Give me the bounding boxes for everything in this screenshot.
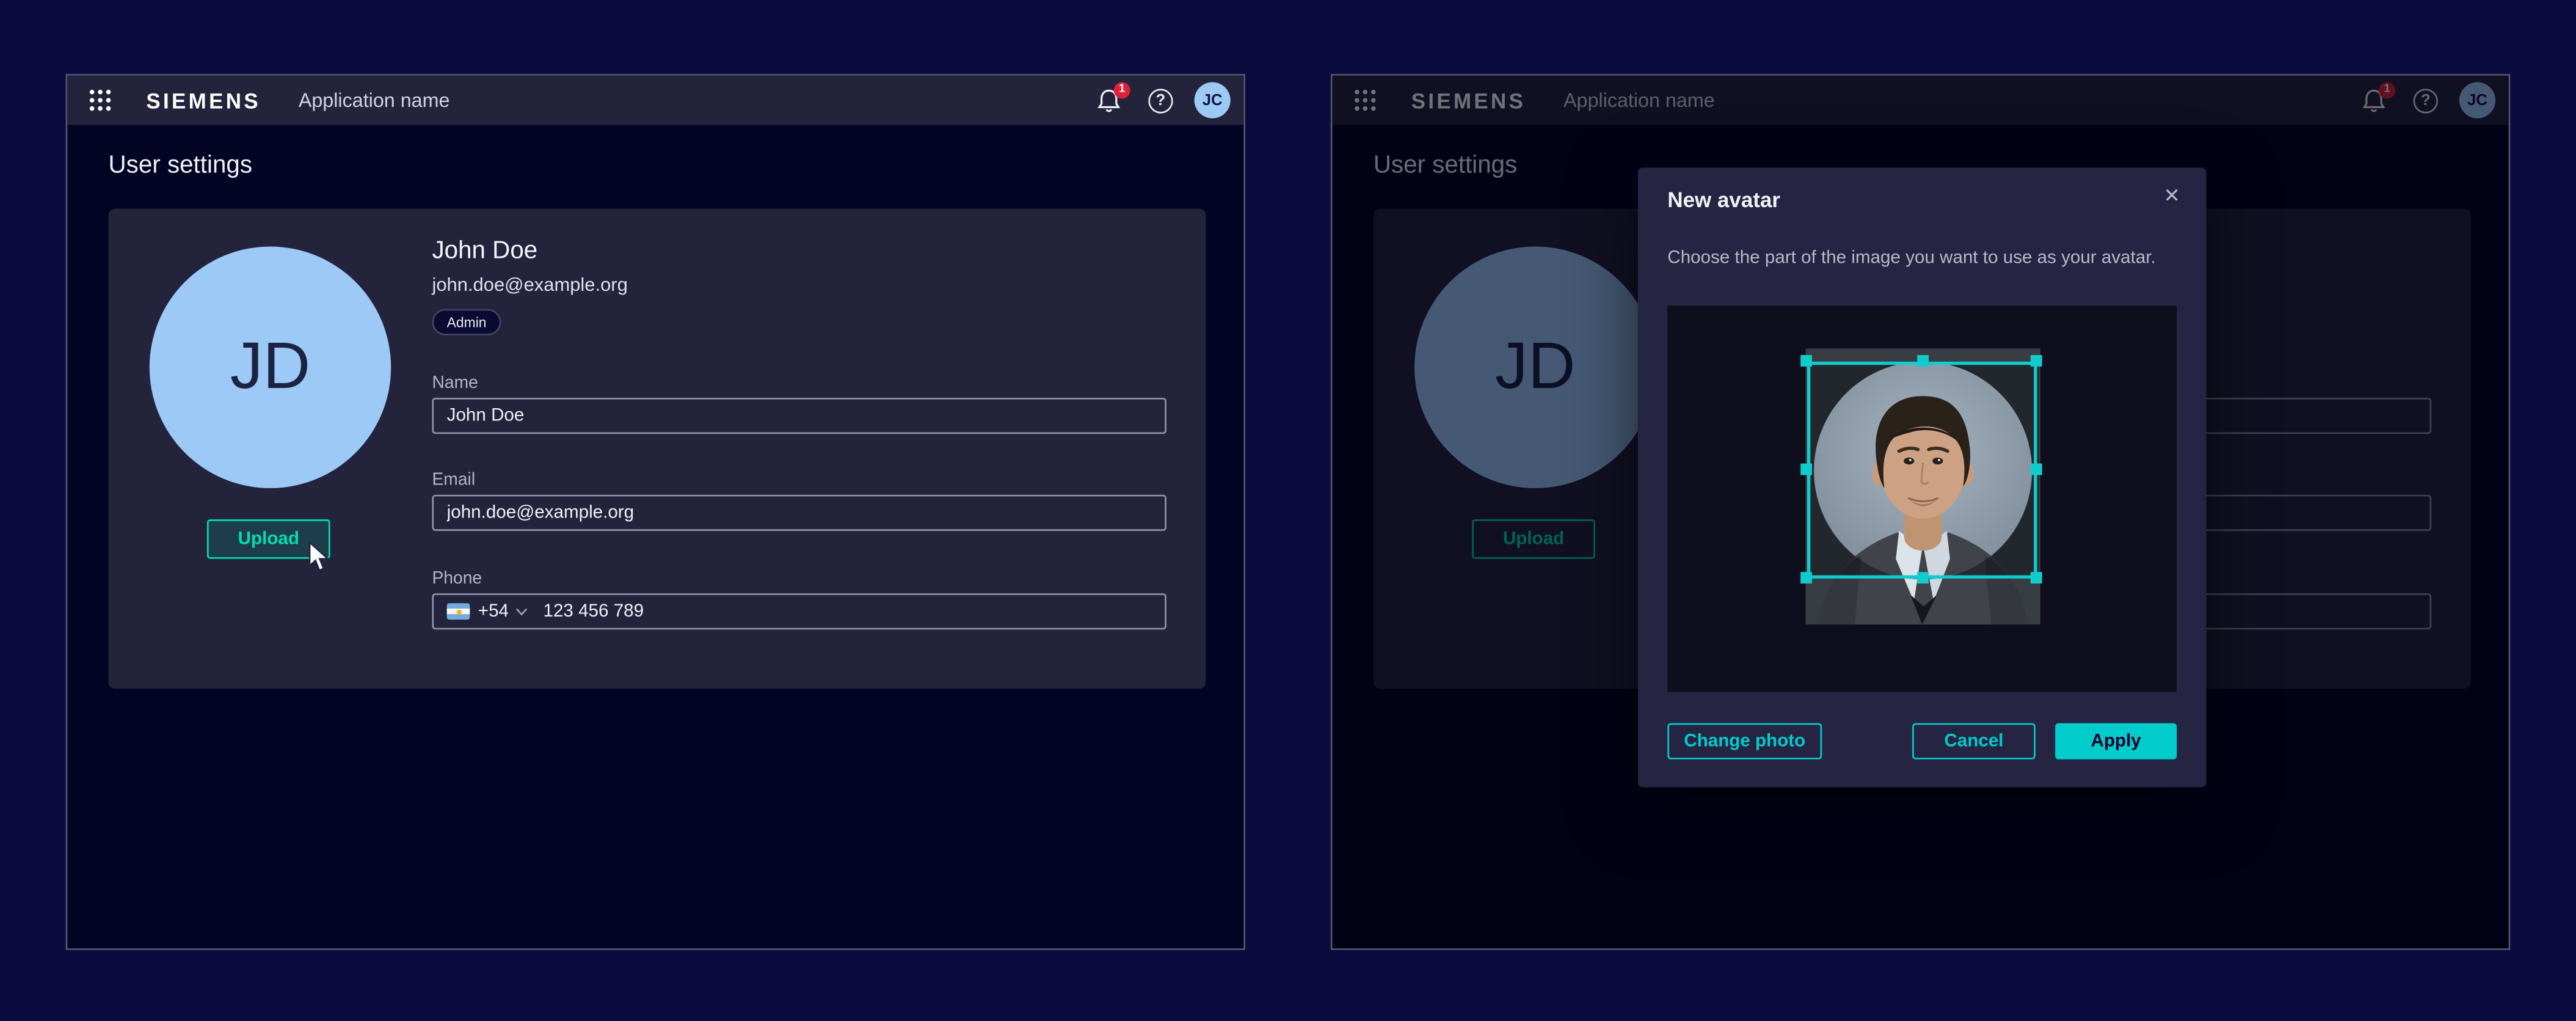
mouse-cursor [307,541,330,574]
app-header: SIEMENS Application name 1 ? JC [67,76,1243,125]
application-name: Application name [299,89,450,112]
crop-handle-middle-left[interactable] [1800,464,1811,475]
profile-display-name: John Doe [432,236,537,265]
notification-count-badge: 1 [1114,81,1130,98]
uploaded-photo[interactable] [1805,348,2040,624]
user-menu-avatar[interactable]: JC [1195,82,1231,119]
crop-handle-bottom-left[interactable] [1800,572,1811,584]
argentina-flag-icon [447,603,470,620]
notifications-button[interactable]: 1 [1094,86,1124,114]
avatar-crop-canvas [1667,306,2177,692]
phone-field-label: Phone [432,569,482,588]
profile-avatar: JD [150,247,391,488]
crop-selection[interactable] [1806,362,2037,579]
close-icon[interactable]: ✕ [2157,181,2186,210]
apply-button[interactable]: Apply [2055,723,2177,759]
phone-input[interactable]: +54 123 456 789 [432,593,1166,629]
dialog-description: Choose the part of the image you want to… [1667,247,2160,270]
crop-handle-top-left[interactable] [1800,355,1811,367]
email-input[interactable] [432,495,1166,531]
app-switcher-icon[interactable] [89,89,112,112]
user-settings-window: SIEMENS Application name 1 ? JC User set… [66,74,1245,950]
cancel-button[interactable]: Cancel [1912,723,2036,759]
page-title: User settings [109,151,1244,179]
change-photo-button[interactable]: Change photo [1667,723,1822,759]
dialog-title: New avatar [1667,188,1780,212]
crop-handle-middle-right[interactable] [2029,464,2041,475]
crop-handle-bottom-right[interactable] [2029,572,2041,584]
screenshot-stage: SIEMENS Application name 1 ? JC User set… [0,0,2576,1020]
profile-email-text: john.doe@example.org [432,276,627,296]
role-badge: Admin [432,309,501,335]
user-settings-window-dimmed: SIEMENS Application name 1 ? JC User set… [1331,74,2510,950]
profile-card: JD Upload John Doe john.doe@example.org … [109,209,1206,689]
help-button[interactable]: ? [1148,88,1173,112]
crop-handle-top-right[interactable] [2029,355,2041,367]
chevron-down-icon[interactable] [515,607,527,615]
name-input[interactable] [432,398,1166,434]
crop-handle-top-middle[interactable] [1916,355,1928,367]
dial-code: +54 [478,602,509,621]
email-field-label: Email [432,470,475,489]
name-field-label: Name [432,373,478,393]
crop-handle-bottom-middle[interactable] [1916,572,1928,584]
phone-number-value: 123 456 789 [544,602,644,621]
new-avatar-dialog: New avatar ✕ Choose the part of the imag… [1638,167,2207,787]
siemens-logo: SIEMENS [146,88,261,112]
